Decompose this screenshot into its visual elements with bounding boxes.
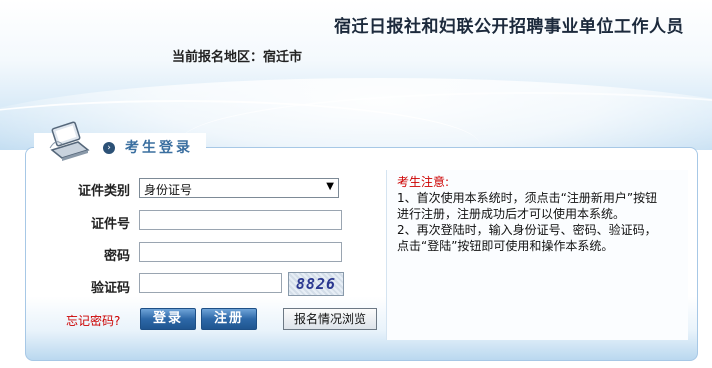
- login-button[interactable]: 登录: [140, 308, 196, 330]
- notice-line: 进行注册，注册成功后才可以使用本系统。: [397, 207, 626, 221]
- laptop-icon: [49, 121, 90, 161]
- chevron-right-icon: ›: [103, 142, 115, 154]
- id-type-label: 证件类别: [77, 184, 130, 199]
- header-banner: 宿迁日报社和妇联公开招聘事业单位工作人员 当前报名地区：宿迁市: [0, 0, 712, 150]
- forgot-password-link[interactable]: 忘记密码?: [66, 312, 120, 329]
- id-type-selected-value: 身份证号: [144, 183, 193, 197]
- notice-line: 1、首次使用本系统时，须点击“注册新用户”按钮: [397, 191, 658, 205]
- id-number-input[interactable]: [139, 210, 342, 230]
- notice-box: 考生注意: 1、首次使用本系统时，须点击“注册新用户”按钮 进行注册，注册成功后…: [386, 170, 688, 340]
- notice-line: 点击“登陆”按钮即可使用和操作本系统。: [397, 239, 614, 253]
- captcha-label: 验证码: [90, 281, 130, 296]
- id-type-select[interactable]: 身份证号 ▼: [139, 178, 339, 198]
- notice-title: 考生注意:: [397, 175, 450, 189]
- panel-title: 考生登录: [125, 140, 193, 156]
- site-title: 宿迁日报社和妇联公开招聘事业单位工作人员: [334, 17, 684, 37]
- password-input[interactable]: [139, 242, 342, 262]
- captcha-input[interactable]: [139, 273, 282, 293]
- id-number-label: 证件号: [90, 217, 130, 232]
- register-button[interactable]: 注册: [201, 308, 257, 330]
- dropdown-arrow-icon[interactable]: ▼: [326, 181, 334, 192]
- region-label: 当前报名地区：宿迁市: [172, 50, 303, 65]
- password-label: 密码: [103, 249, 130, 264]
- browse-registration-button[interactable]: 报名情况浏览: [283, 308, 377, 330]
- notice-line: 2、再次登陆时，输入身份证号、密码、验证码，: [397, 223, 657, 237]
- captcha-image[interactable]: 8826: [288, 272, 344, 296]
